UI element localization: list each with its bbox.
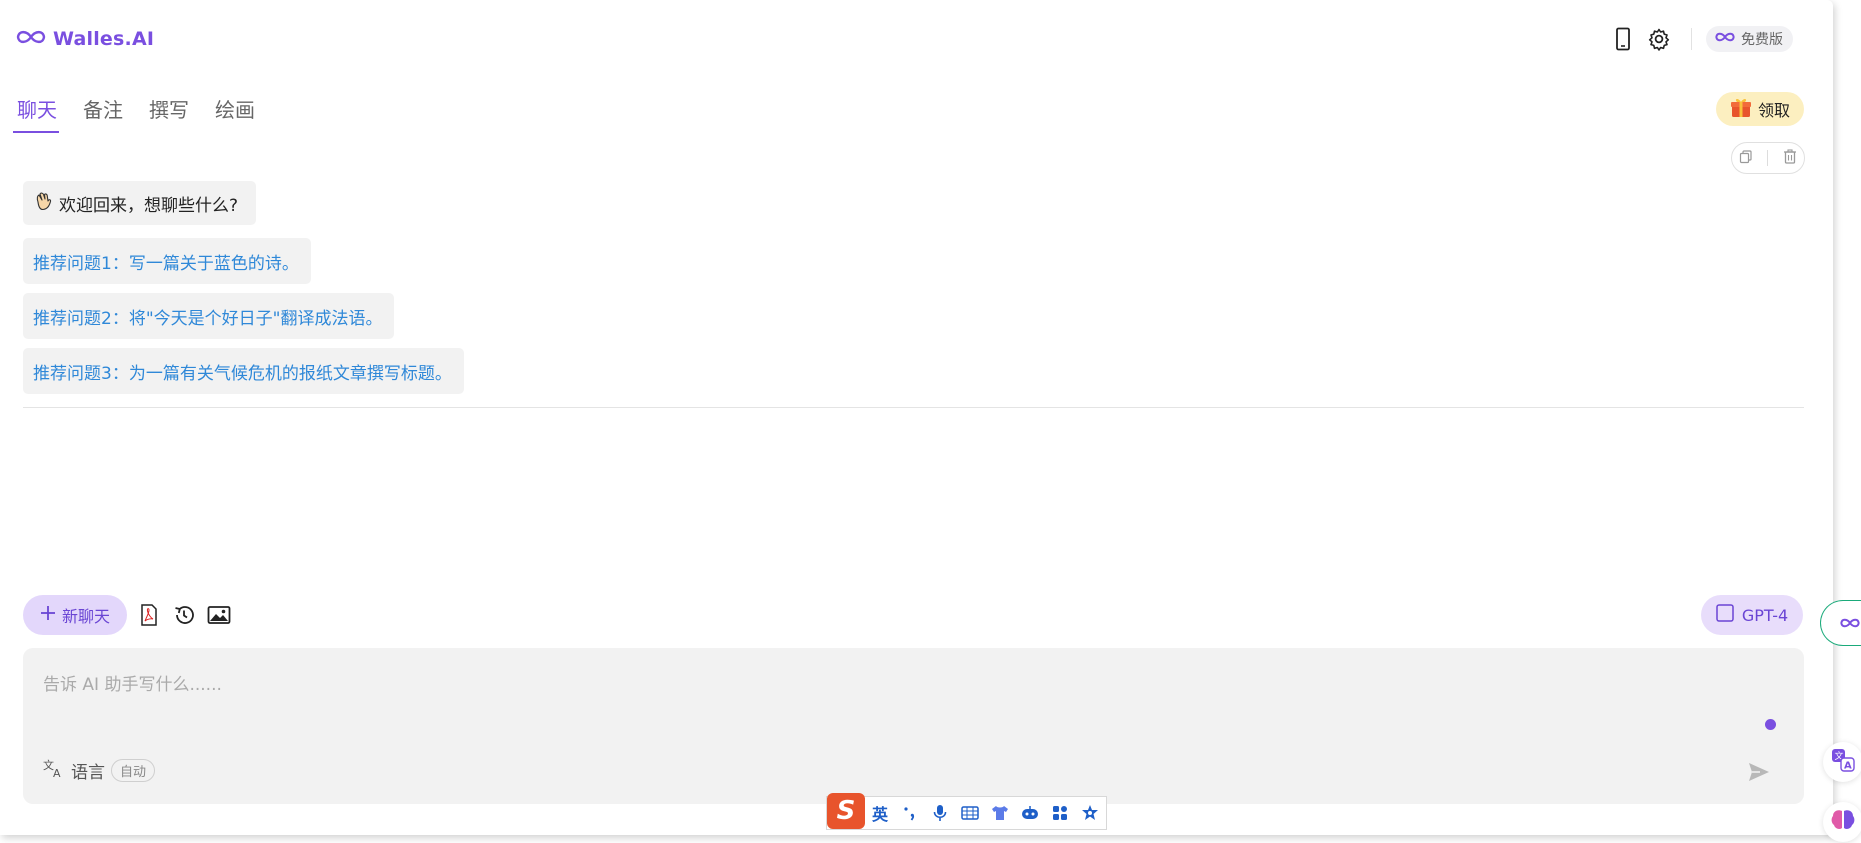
infinity-icon <box>1839 614 1861 633</box>
brain-side-button[interactable] <box>1823 802 1861 842</box>
tab-bar: 聊天 备注 撰写 绘画 <box>13 90 277 133</box>
model-label: GPT-4 <box>1741 605 1789 625</box>
status-dot <box>1765 719 1776 730</box>
history-icon[interactable] <box>172 603 196 627</box>
recommended-question-1[interactable]: 推荐问题1：写一篇关于蓝色的诗。 <box>23 238 311 284</box>
tools-divider <box>1767 150 1769 166</box>
translate-icon: 文A <box>1831 748 1855 776</box>
plus-icon <box>40 605 56 625</box>
svg-text:A: A <box>1844 761 1852 772</box>
chat-input[interactable] <box>41 668 1745 732</box>
tab-compose[interactable]: 撰写 <box>145 90 191 133</box>
mobile-phone-icon[interactable] <box>1605 24 1641 54</box>
header-divider <box>1691 28 1692 50</box>
copy-icon[interactable] <box>1739 149 1753 168</box>
settings-star-icon[interactable] <box>1075 798 1105 828</box>
send-icon <box>1748 762 1770 786</box>
gift-icon <box>1730 96 1752 122</box>
claim-gift-button[interactable]: 领取 <box>1716 92 1804 126</box>
punctuation-icon[interactable] <box>895 798 925 828</box>
language-label: 语言 <box>71 763 105 783</box>
message-tools <box>1731 142 1805 174</box>
infinity-icon <box>15 28 47 50</box>
checkbox-icon <box>1716 604 1734 626</box>
tab-notes[interactable]: 备注 <box>79 90 125 133</box>
gamepad-icon[interactable] <box>1015 798 1045 828</box>
model-selector[interactable]: GPT-4 <box>1701 595 1803 635</box>
gear-icon[interactable] <box>1641 24 1677 54</box>
sidebar-panel: Walles.AI 免费版 聊天 备注 撰写 绘画 领取 欢迎回来，想聊些什么?… <box>0 0 1833 835</box>
svg-text:A: A <box>53 767 61 778</box>
waving-hand-icon <box>33 191 53 216</box>
ime-mode-toggle[interactable]: 英 <box>865 798 895 828</box>
logo[interactable]: Walles.AI <box>15 28 154 50</box>
translate-side-button[interactable]: 文A <box>1823 742 1861 782</box>
divider <box>23 407 1804 408</box>
brain-icon <box>1830 808 1856 836</box>
ime-toolbar: S 英 <box>826 793 1107 830</box>
language-value-badge: 自动 <box>111 759 156 782</box>
trash-icon[interactable] <box>1783 148 1797 168</box>
claim-gift-label: 领取 <box>1757 101 1790 120</box>
sogou-logo-icon[interactable]: S <box>827 793 865 829</box>
welcome-message: 欢迎回来，想聊些什么? <box>23 181 257 225</box>
welcome-text: 欢迎回来，想聊些什么? <box>59 195 239 216</box>
microphone-icon[interactable] <box>925 798 955 828</box>
pdf-icon[interactable] <box>137 603 161 627</box>
floating-assistant-button[interactable] <box>1820 600 1861 646</box>
recommended-question-2[interactable]: 推荐问题2：将"今天是个好日子"翻译成法语。 <box>23 293 395 339</box>
language-selector[interactable]: 文A 语言 自动 <box>43 758 156 783</box>
new-chat-button[interactable]: 新聊天 <box>23 595 127 635</box>
tab-draw[interactable]: 绘画 <box>211 90 257 133</box>
send-button[interactable] <box>1743 758 1775 790</box>
plan-badge[interactable]: 免费版 <box>1706 26 1793 52</box>
chat-input-box: 文A 语言 自动 <box>23 648 1804 804</box>
new-chat-label: 新聊天 <box>61 607 110 626</box>
skin-shirt-icon[interactable] <box>985 798 1015 828</box>
infinity-icon <box>1714 31 1736 47</box>
apps-grid-icon[interactable] <box>1045 798 1075 828</box>
header-actions: 免费版 <box>1605 24 1793 54</box>
recommended-question-3[interactable]: 推荐问题3：为一篇有关气候危机的报纸文章撰写标题。 <box>23 348 464 394</box>
tab-chat[interactable]: 聊天 <box>13 90 59 133</box>
app-name: Walles.AI <box>53 28 155 50</box>
plan-badge-label: 免费版 <box>1741 32 1783 48</box>
keyboard-icon[interactable] <box>955 798 985 828</box>
image-icon[interactable] <box>207 603 231 627</box>
translate-icon: 文A <box>43 758 65 783</box>
